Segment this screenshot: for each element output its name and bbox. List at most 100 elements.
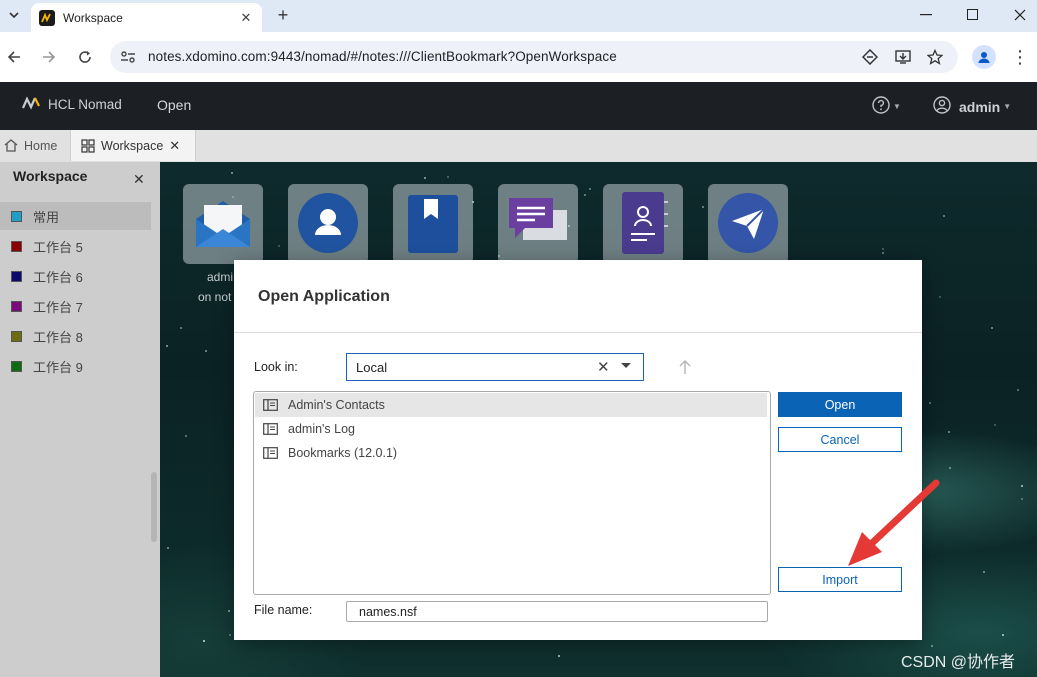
tab-home[interactable]: Home — [0, 130, 68, 161]
workspace-app-discussion[interactable] — [498, 184, 578, 264]
dropdown-arrow-icon[interactable] — [621, 363, 631, 368]
user-name: admin — [959, 98, 1001, 115]
close-tab-icon[interactable]: ✕ — [236, 8, 256, 28]
background-star — [1021, 498, 1023, 500]
browser-tab[interactable]: Workspace ✕ — [31, 3, 262, 32]
sidebar-item[interactable]: 工作台 5 — [0, 232, 151, 260]
close-sidebar-icon[interactable]: ✕ — [133, 171, 145, 188]
chevron-down-icon: ▼ — [1003, 102, 1012, 111]
address-bar[interactable]: notes.xdomino.com:9443/nomad/#/notes:///… — [110, 41, 958, 73]
workspace-app-bookmarks[interactable] — [393, 184, 473, 264]
sidebar-title: Workspace — [13, 168, 88, 184]
sidebar-item[interactable]: 工作台 6 — [0, 262, 151, 290]
help-icon — [872, 96, 890, 117]
sidebar-item-label: 工作台 6 — [33, 269, 83, 285]
minimize-window-icon[interactable] — [903, 0, 949, 30]
nomad-favicon-icon — [39, 9, 55, 26]
bookmark-book-icon — [402, 191, 464, 258]
url-text: notes.xdomino.com:9443/nomad/#/notes:///… — [148, 49, 617, 64]
tab-workspace-label: Workspace — [101, 138, 164, 153]
browser-tab-title: Workspace — [63, 10, 123, 25]
sidebar-item[interactable]: 常用 — [0, 202, 151, 230]
color-swatch-icon — [11, 270, 22, 282]
color-swatch-icon — [11, 240, 22, 252]
background-star — [949, 467, 951, 469]
reload-icon[interactable] — [73, 45, 97, 69]
background-star — [447, 176, 449, 178]
sidebar-item-label: 工作台 7 — [33, 299, 83, 315]
list-item[interactable]: admin's Log — [255, 417, 767, 441]
background-star — [278, 245, 280, 247]
background-star — [205, 350, 207, 352]
database-book-icon — [263, 399, 278, 411]
background-star — [882, 252, 884, 254]
maximize-window-icon[interactable] — [950, 0, 996, 30]
new-tab-plus-icon[interactable]: + — [272, 4, 294, 26]
forward-arrow-icon[interactable] — [37, 45, 61, 69]
tab-search-chevron-icon[interactable] — [2, 3, 26, 27]
clear-icon[interactable]: ✕ — [597, 358, 610, 376]
open-menu[interactable]: Open — [157, 97, 191, 113]
mail-envelope-icon — [192, 195, 254, 254]
user-menu-button[interactable]: admin ▼ — [933, 96, 1011, 117]
list-item[interactable]: Admin's Contacts — [255, 393, 767, 417]
workspace-app-mail[interactable] — [183, 184, 263, 264]
background-star — [943, 215, 945, 217]
background-star — [931, 645, 933, 647]
sidebar-item-label: 工作台 5 — [33, 239, 83, 255]
file-name-label: File name: — [254, 603, 313, 617]
brand: HCL Nomad — [21, 96, 122, 113]
person-icon — [296, 191, 360, 258]
sidebar-scrollbar[interactable] — [151, 472, 157, 542]
background-star — [991, 327, 993, 329]
background-star — [228, 610, 230, 612]
background-star — [185, 435, 187, 437]
browser-menu-icon[interactable]: ⋮ — [1010, 45, 1030, 69]
dialog-divider — [234, 332, 922, 333]
workspace-app-contacts[interactable] — [288, 184, 368, 264]
list-item[interactable]: Bookmarks (12.0.1) — [255, 441, 767, 465]
application-file-list[interactable]: Admin's Contacts admin's Log Bookmarks (12… — [253, 391, 771, 595]
close-tab-icon[interactable]: ✕ — [169, 138, 180, 154]
background-star — [167, 547, 169, 549]
background-star — [231, 172, 233, 174]
tab-home-label: Home — [24, 138, 58, 153]
help-button[interactable]: ▼ — [872, 96, 901, 117]
sidebar-item[interactable]: 工作台 8 — [0, 322, 151, 350]
close-window-icon[interactable] — [997, 0, 1037, 30]
install-app-icon[interactable] — [893, 47, 913, 67]
workspace-grid-icon — [81, 138, 95, 153]
cancel-button[interactable]: Cancel — [778, 427, 902, 452]
background-star — [1021, 485, 1023, 487]
file-name-input[interactable]: names.nsf — [346, 601, 768, 622]
background-star — [203, 640, 205, 642]
look-in-value: Local — [356, 360, 388, 375]
database-book-icon — [263, 423, 278, 435]
bookmark-star-icon[interactable] — [925, 47, 945, 67]
sidebar-item[interactable]: 工作台 7 — [0, 292, 151, 320]
background-star — [589, 188, 591, 190]
open-button[interactable]: Open — [778, 392, 902, 417]
up-folder-arrow-icon[interactable] — [677, 357, 693, 377]
brand-name: HCL Nomad — [48, 97, 122, 112]
site-info-icon[interactable] — [118, 47, 138, 67]
look-in-label: Look in: — [254, 360, 298, 374]
workspace-app-send[interactable] — [708, 184, 788, 264]
background-star — [1017, 389, 1019, 391]
look-in-combobox[interactable]: Local ✕ — [346, 353, 644, 381]
color-swatch-icon — [11, 360, 22, 372]
workspace-app-address-book[interactable] — [603, 184, 683, 264]
translate-icon[interactable] — [860, 47, 880, 67]
dialog-title: Open Application — [258, 288, 390, 305]
tab-workspace[interactable]: Workspace ✕ — [70, 130, 196, 161]
import-button[interactable]: Import — [778, 567, 902, 592]
background-star — [180, 327, 182, 329]
background-star — [983, 571, 985, 573]
browser-toolbar: notes.xdomino.com:9443/nomad/#/notes:///… — [0, 32, 1037, 82]
address-book-icon — [616, 190, 670, 259]
back-arrow-icon[interactable] — [2, 45, 26, 69]
file-name: admin's Log — [288, 422, 356, 436]
profile-avatar-icon[interactable] — [972, 45, 996, 69]
sidebar-item[interactable]: 工作台 9 — [0, 352, 151, 380]
paper-plane-icon — [716, 191, 780, 258]
